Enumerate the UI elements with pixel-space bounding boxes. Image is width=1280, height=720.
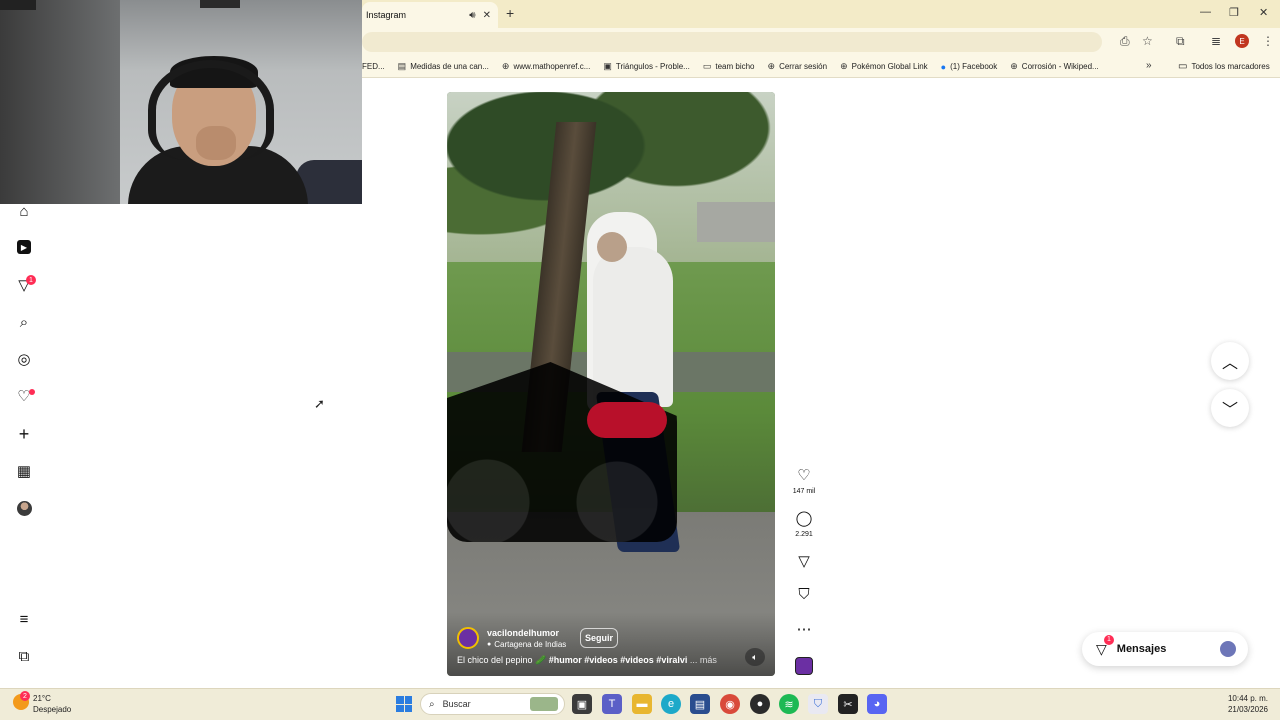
comment-count: 2.291 [795, 531, 813, 538]
share-icon[interactable]: ▽ [790, 552, 818, 570]
like-count: 147 mil [792, 488, 816, 495]
previous-reel-button[interactable]: ︿ [1211, 342, 1249, 380]
bookmark-item[interactable]: ⊕ Corrosión - Wikiped... [1010, 61, 1098, 72]
extensions-icon[interactable]: ⧉ [1176, 34, 1185, 49]
bookmark-item[interactable]: ▤ Medidas de una can... [398, 61, 489, 72]
like-icon[interactable]: ♡ [790, 466, 818, 484]
address-bar[interactable] [362, 32, 1102, 52]
teams-icon[interactable]: T [602, 694, 622, 714]
chevron-down-icon: ﹀ [1221, 402, 1238, 419]
dashboard-icon[interactable]: ▦ [14, 461, 34, 481]
weather-description[interactable]: Despejado [33, 705, 71, 714]
spotify-icon[interactable]: ≋ [779, 694, 799, 714]
start-button[interactable] [396, 696, 412, 712]
globe-icon: ⊕ [767, 61, 776, 71]
audio-thumbnail[interactable] [795, 657, 813, 675]
bookmark-icon: ▣ [603, 61, 612, 71]
edge-icon[interactable]: e [661, 694, 681, 714]
speaker-icon[interactable]: 🔊︎ [469, 10, 475, 21]
globe-icon: ⊕ [1010, 61, 1018, 71]
explore-icon[interactable]: ◎ [14, 349, 34, 369]
reel-caption[interactable]: El chico del pepino 🥒 #humor #videos #vi… [457, 655, 757, 666]
create-icon[interactable]: + [14, 424, 34, 444]
meta-apps-icon[interactable]: ⧉ [14, 646, 34, 666]
next-reel-button[interactable]: ﹀ [1211, 389, 1249, 427]
direct-icon: ▽ 1 [1096, 634, 1114, 658]
taskbar-search[interactable]: ⌕ Buscar [420, 693, 565, 715]
mute-toggle-button[interactable]: 🔈︎ [745, 648, 765, 666]
bookmark-item[interactable]: ⊕ Cerrar sesión [768, 61, 828, 72]
notification-dot [29, 389, 35, 395]
obs-icon[interactable]: ● [750, 694, 770, 714]
bookmark-item[interactable]: FED... [362, 62, 385, 71]
weather-temperature[interactable]: 21°C [33, 694, 51, 703]
install-app-icon[interactable]: ⎙ [1120, 34, 1130, 49]
bookmark-item[interactable]: ● (1) Facebook [941, 62, 998, 72]
search-icon[interactable]: ⌕ [14, 312, 34, 332]
close-tab-icon[interactable]: ✕ [483, 10, 491, 21]
webcam-overlay [0, 0, 362, 204]
search-highlight-icon [530, 697, 558, 711]
save-bookmark-icon[interactable]: ⛉ [790, 586, 818, 603]
restore-icon[interactable]: ❐ [1229, 6, 1239, 19]
search-icon: ⌕ [429, 698, 435, 710]
capcut-icon[interactable]: ✂ [838, 694, 858, 714]
messages-button[interactable]: ▽ 1 Mensajes [1082, 632, 1248, 666]
bookmark-item[interactable]: ▭ team bicho [703, 61, 755, 72]
discord-icon[interactable]: ◕ [867, 694, 887, 714]
minimize-icon[interactable]: — [1200, 6, 1211, 18]
messages-badge: 1 [1104, 634, 1114, 645]
chrome-icon[interactable]: ◉ [720, 694, 740, 714]
messages-label: Mensajes [1116, 643, 1167, 655]
facebook-icon: ● [940, 61, 947, 72]
follow-button[interactable]: Seguir [580, 628, 618, 648]
bookmarks-bar: FED... ▤ Medidas de una can... ⊕ www.matho… [362, 56, 1280, 78]
profile-avatar[interactable] [17, 501, 32, 516]
bookmarks-overflow-icon[interactable]: » [1146, 60, 1152, 71]
star-icon[interactable]: ☆ [1142, 34, 1153, 48]
media-control-icon[interactable]: ≣ [1211, 34, 1221, 48]
bookmark-item[interactable]: ▣ Triángulos - Proble... [603, 61, 689, 72]
store-icon[interactable]: ▤ [690, 694, 710, 714]
globe-icon: ⊕ [501, 61, 510, 71]
bookmark-item[interactable]: ⊕ www.mathopenref.c... [502, 61, 590, 72]
tab-title: Instagram [366, 10, 407, 20]
author-username[interactable]: vacilondelhumor [487, 628, 559, 638]
folder-icon: ▭ [1178, 61, 1188, 72]
all-bookmarks-folder[interactable]: ▭ Todos los marcadores [1178, 61, 1270, 72]
weather-badge: 2 [20, 691, 30, 701]
location-pin-icon: ● [487, 641, 492, 648]
reels-icon[interactable]: ▶ [14, 237, 34, 257]
more-options-icon[interactable]: ⋯ [790, 620, 818, 638]
page-icon: ▭ [702, 61, 712, 71]
comment-icon[interactable]: ◯ [790, 509, 818, 527]
profile-avatar-browser[interactable]: E [1235, 34, 1249, 48]
contact-avatar [1220, 641, 1236, 657]
home-icon[interactable]: ⌂ [14, 201, 34, 221]
bookmark-item[interactable]: ⊕ Pokémon Global Link [840, 61, 928, 72]
new-tab-button[interactable]: + [506, 5, 514, 21]
menu-kebab-icon[interactable]: ⋮ [1262, 34, 1274, 48]
reel-video[interactable] [447, 92, 775, 676]
globe-icon: ⊕ [840, 61, 848, 71]
task-view-icon[interactable]: ▣ [572, 694, 592, 714]
bookmark-icon: ▤ [397, 61, 407, 71]
browser-tab[interactable]: Instagram 🔊︎ ✕ [362, 2, 498, 28]
more-menu-icon[interactable]: ≡ [14, 609, 34, 629]
close-window-icon[interactable]: ✕ [1259, 6, 1268, 19]
reel-location[interactable]: ● Cartagena de Indias [487, 640, 566, 649]
direct-badge: 1 [26, 275, 36, 285]
file-explorer-icon[interactable]: ▬ [632, 694, 652, 714]
chevron-up-icon: ︿ [1221, 355, 1238, 372]
mouse-cursor-icon: ➚ [314, 396, 325, 411]
security-shield-icon[interactable]: ⛉ [808, 694, 828, 714]
author-avatar[interactable] [457, 627, 479, 649]
clock-date[interactable]: 21/03/2026 [1222, 705, 1268, 714]
clock-time[interactable]: 10:44 p. m. [1222, 694, 1268, 703]
